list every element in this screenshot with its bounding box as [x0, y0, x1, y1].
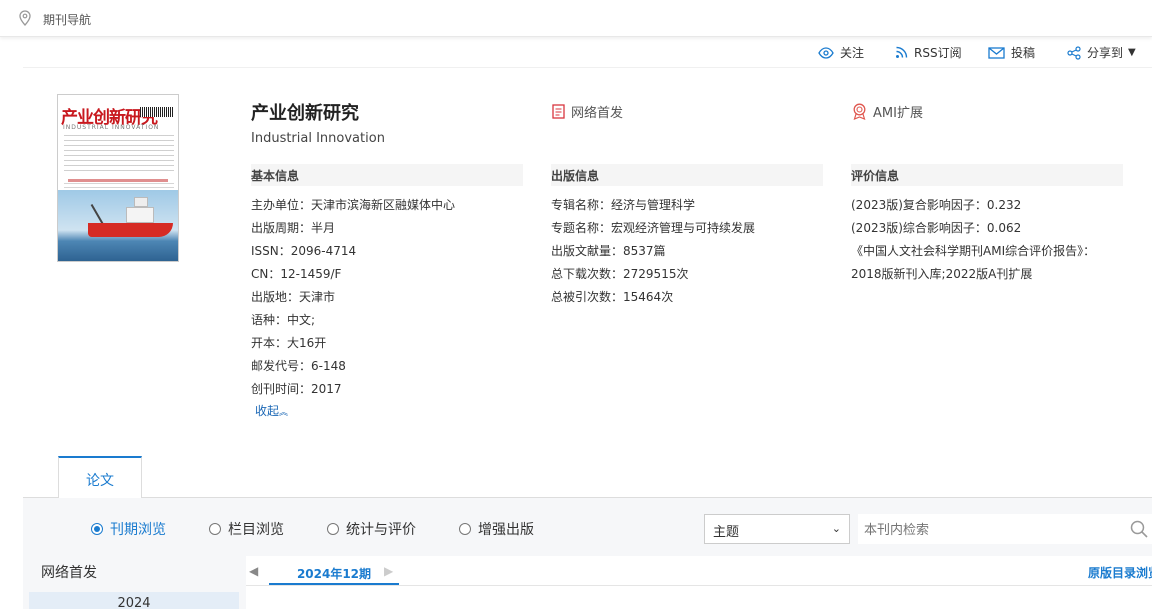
eval-row: 《中国人文社会科学期刊AMI综合评价报告》： — [851, 244, 1096, 258]
original-toc-link[interactable]: 原版目录浏览 — [1088, 564, 1152, 581]
info-row: 语种：中文; — [251, 313, 316, 327]
radio-icon — [459, 523, 471, 535]
info-row: ISSN：2096-4714 — [251, 244, 357, 258]
eval-row: (2023版)综合影响因子：0.062 — [851, 221, 1022, 235]
collapse-button[interactable]: 收起︽ — [255, 402, 288, 419]
info-row: 邮发代号：6-148 — [251, 359, 346, 373]
info-row: 出版文献量：8537篇 — [551, 244, 666, 258]
journal-title: 产业创新研究 — [251, 103, 359, 124]
ship-hull — [88, 223, 173, 237]
info-row: CN：12-1459/F — [251, 267, 342, 281]
document-icon — [552, 104, 565, 119]
pub-info-heading: 出版信息 — [551, 164, 823, 186]
info-row: 出版周期：半月 — [251, 221, 336, 235]
cover-text-block — [64, 135, 174, 175]
tab-papers[interactable]: 论文 — [58, 456, 142, 498]
caret-down-icon: ▼ — [1128, 47, 1136, 58]
search-icon[interactable] — [1130, 520, 1148, 542]
sidebar-year[interactable]: 2024 — [29, 592, 239, 611]
location-pin-icon — [18, 10, 32, 30]
eye-icon — [818, 46, 834, 59]
submit-label: 投稿 — [1011, 46, 1036, 60]
info-row: 总被引次数：15464次 — [551, 290, 674, 304]
ami-link[interactable]: AMI扩展 — [852, 102, 923, 121]
sidebar-title[interactable]: 网络首发 — [41, 562, 97, 582]
info-row: 总下载次数：2729515次 — [551, 267, 689, 281]
basic-info-heading: 基本信息 — [251, 164, 523, 186]
info-row: 出版地：天津市 — [251, 290, 336, 304]
ami-label: AMI扩展 — [873, 106, 923, 121]
tab-divider — [23, 497, 1152, 498]
radio-by-column[interactable]: 栏目浏览 — [209, 519, 284, 539]
search-field-select[interactable]: 主题 ⌄ — [704, 514, 850, 544]
online-first-link[interactable]: 网络首发 — [552, 102, 623, 121]
info-row: 专辑名称：经济与管理科学 — [551, 198, 696, 212]
chevron-up-icon: ︽ — [279, 408, 289, 418]
journal-subtitle: Industrial Innovation — [251, 131, 385, 146]
issue-divider — [246, 585, 1152, 586]
info-row: 专题名称：宏观经济管理与可持续发展 — [551, 221, 756, 235]
top-bar: 期刊导航 — [0, 0, 1152, 37]
journal-cover[interactable]: 产业创新研究 INDUSTRIAL INNOVATION — [57, 94, 179, 262]
follow-label: 关注 — [840, 46, 865, 60]
online-first-label: 网络首发 — [571, 106, 624, 121]
eval-row: 2018版新刊入库;2022版A刊扩展 — [851, 267, 1033, 281]
info-row: 主办单位：天津市滨海新区融媒体中心 — [251, 198, 456, 212]
search-input[interactable] — [858, 514, 1152, 544]
radio-stats[interactable]: 统计与评价 — [327, 519, 416, 539]
ship-cabin — [126, 207, 154, 223]
follow-button[interactable]: 关注 — [818, 44, 864, 61]
award-icon — [853, 103, 866, 120]
next-issue-icon[interactable]: ▶ — [384, 564, 393, 578]
rss-label: RSS订阅 — [914, 46, 962, 60]
rss-icon — [896, 46, 908, 58]
share-label: 分享到 — [1087, 46, 1124, 60]
cover-red-line — [68, 179, 168, 182]
radio-icon — [327, 523, 339, 535]
info-row: 开本：大16开 — [251, 336, 327, 350]
rss-button[interactable]: RSS订阅 — [895, 44, 962, 61]
breadcrumb[interactable]: 期刊导航 — [43, 11, 91, 28]
info-row: 创刊时间：2017 — [251, 382, 342, 396]
ship-bridge — [134, 197, 148, 207]
eval-info-heading: 评价信息 — [851, 164, 1123, 186]
current-issue-tab[interactable]: 2024年12期 — [269, 561, 399, 585]
radio-icon — [209, 523, 221, 535]
envelope-icon — [988, 46, 1005, 59]
prev-issue-icon[interactable]: ◀ — [249, 564, 258, 578]
barcode — [140, 107, 174, 117]
radio-by-issue[interactable]: 刊期浏览 — [91, 519, 166, 539]
share-button[interactable]: 分享到 ▼ — [1067, 44, 1136, 61]
chevron-down-icon: ⌄ — [831, 522, 841, 535]
cover-subtitle: INDUSTRIAL INNOVATION — [63, 124, 160, 131]
header-divider — [23, 67, 1152, 68]
submit-button[interactable]: 投稿 — [988, 44, 1035, 61]
share-icon — [1067, 45, 1081, 60]
eval-row: (2023版)复合影响因子：0.232 — [851, 198, 1022, 212]
radio-enhanced[interactable]: 增强出版 — [459, 519, 534, 539]
radio-selected-icon — [91, 523, 103, 535]
